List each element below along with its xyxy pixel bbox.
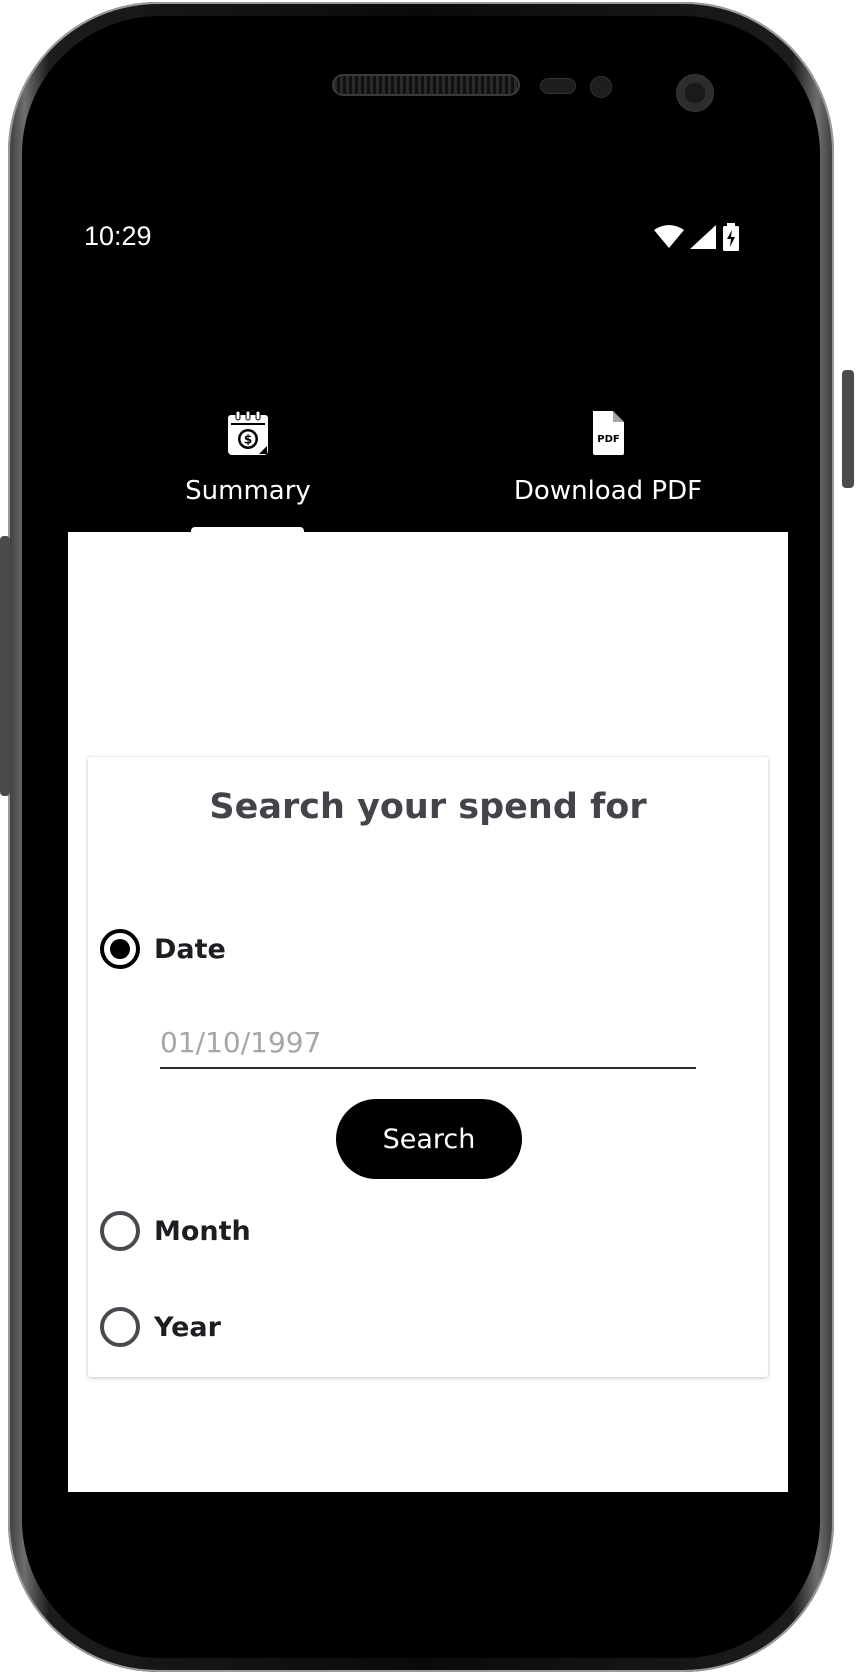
- option-year[interactable]: Year: [100, 1307, 221, 1347]
- search-spend-card: Search your spend for Date Search Month …: [88, 757, 768, 1377]
- tab-download-pdf[interactable]: PDF Download PDF: [428, 410, 788, 532]
- option-label: Month: [154, 1215, 251, 1247]
- app-header: $ Summary PDF Download PDF: [68, 260, 788, 533]
- option-date[interactable]: Date: [100, 929, 226, 969]
- battery-charging-icon: [723, 223, 739, 251]
- radio-date[interactable]: [100, 929, 140, 969]
- status-time: 10:29: [84, 221, 152, 251]
- radio-month[interactable]: [100, 1211, 140, 1251]
- tab-selected-indicator: [191, 527, 304, 533]
- radio-year[interactable]: [100, 1307, 140, 1347]
- search-button[interactable]: Search: [336, 1099, 522, 1179]
- proximity-sensor: [540, 78, 576, 94]
- date-input[interactable]: [160, 1017, 696, 1069]
- svg-text:PDF: PDF: [597, 434, 619, 445]
- option-label: Year: [154, 1311, 221, 1343]
- option-month[interactable]: Month: [100, 1211, 251, 1251]
- light-sensor: [590, 76, 612, 98]
- tab-summary[interactable]: $ Summary: [68, 410, 428, 532]
- earpiece-speaker: [332, 74, 520, 96]
- tab-label: Summary: [185, 476, 311, 506]
- status-icons: [654, 223, 740, 251]
- svg-text:$: $: [244, 433, 252, 447]
- tab-label: Download PDF: [513, 476, 703, 506]
- device-screen: 10:29 $ Summary PDF Download PDF Search …: [68, 212, 788, 1492]
- signal-icon: [690, 225, 716, 249]
- front-camera: [676, 74, 714, 112]
- pdf-file-icon: PDF: [593, 411, 624, 455]
- volume-button: [0, 536, 10, 796]
- status-bar: 10:29: [68, 212, 788, 260]
- wifi-icon: [654, 225, 684, 248]
- power-button: [842, 370, 854, 488]
- option-label: Date: [154, 933, 226, 965]
- calendar-dollar-icon: $: [228, 410, 268, 455]
- card-title: Search your spend for: [209, 787, 647, 827]
